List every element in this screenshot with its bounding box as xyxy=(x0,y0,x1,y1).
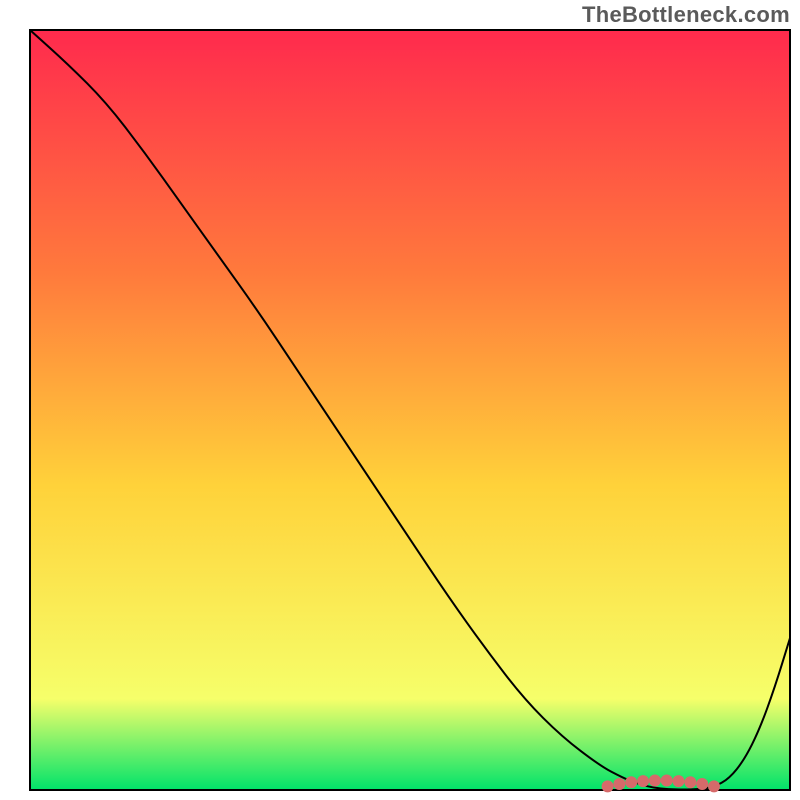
chart-root: { "watermark": "TheBottleneck.com", "pal… xyxy=(0,0,800,800)
highlight-dot xyxy=(602,780,614,792)
highlight-dot xyxy=(637,775,649,787)
highlight-dot xyxy=(625,776,637,788)
plot-background xyxy=(30,30,790,790)
highlight-dot xyxy=(673,775,685,787)
highlight-dot xyxy=(649,775,661,787)
highlight-dot xyxy=(696,778,708,790)
highlight-dot xyxy=(661,775,673,787)
chart-svg xyxy=(0,0,800,800)
highlight-dot xyxy=(708,780,720,792)
highlight-dot xyxy=(613,778,625,790)
highlight-dot xyxy=(684,776,696,788)
watermark-text: TheBottleneck.com xyxy=(582,2,790,28)
